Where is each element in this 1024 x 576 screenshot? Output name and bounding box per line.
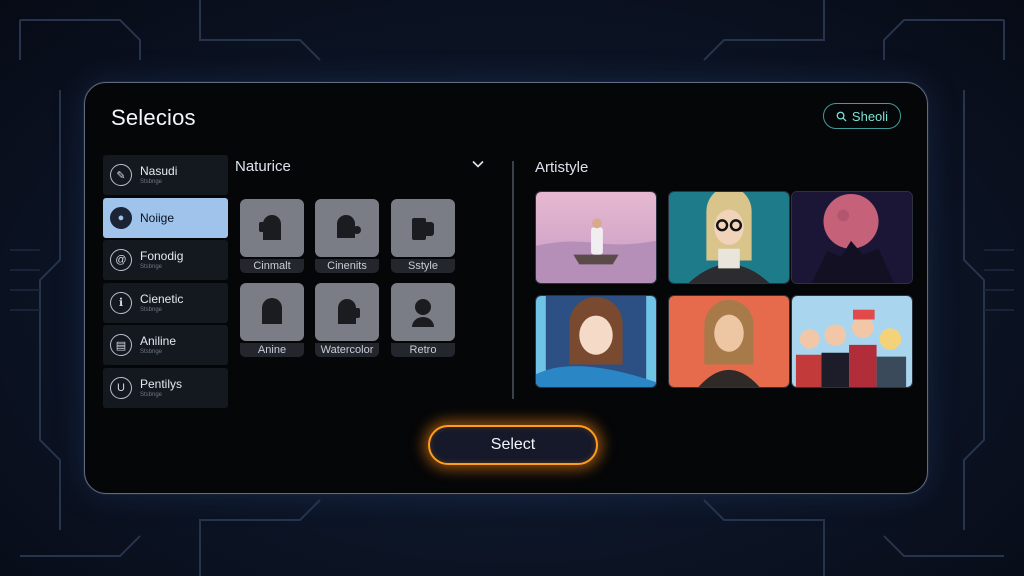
search-icon — [836, 111, 847, 122]
sidebar-item-sublabel: Stsbnge — [140, 349, 163, 355]
select-button[interactable]: Select — [428, 425, 598, 465]
face-icon — [262, 298, 282, 324]
group-characters-thumbnail[interactable] — [791, 295, 913, 388]
anime-girl-thumbnail[interactable] — [535, 295, 657, 388]
style-tile-watercolor[interactable]: Watercolor — [315, 283, 379, 357]
sidebar-item-noiige[interactable]: ● Noiige — [103, 197, 228, 238]
sidebar-item-sublabel: Stsbnge — [140, 391, 163, 398]
tile-label: Anine — [240, 343, 304, 357]
info-icon: ℹ — [110, 291, 132, 314]
face-icon — [412, 299, 434, 327]
sidebar-item-sublabel: Stsbnge — [140, 306, 163, 313]
at-icon: @ — [110, 249, 132, 271]
boat-scene-thumbnail[interactable] — [535, 191, 657, 284]
tile-label: Cinenits — [315, 259, 379, 273]
style-tile-anine[interactable]: Anine — [240, 283, 304, 357]
search-button[interactable]: Sheoli — [823, 103, 901, 129]
face-icon — [336, 214, 361, 238]
style-dropdown-label: Naturice — [235, 158, 291, 175]
style-tile-cinenits[interactable]: Cinenits — [315, 199, 379, 273]
sidebar-item-label: Fonodig — [140, 249, 184, 263]
sidebar-item-label: Cienetic — [140, 291, 184, 306]
sidebar-item-sublabel: Stsbnge — [140, 179, 163, 185]
pen-icon: ✎ — [110, 164, 132, 186]
sidebar-item-fonodig[interactable]: @ Fonodig Stsbnge — [103, 240, 228, 280]
document-icon: ▤ — [110, 334, 132, 356]
sidebar-item-label: Aniline — [140, 334, 177, 348]
sidebar-item-label: Noiige — [140, 210, 175, 225]
style-selection-panel: Selecios Sheoli ✎ Nasudi Stsbnge ● Noiige… — [84, 82, 928, 494]
artistyle-heading: Artistyle — [535, 159, 589, 176]
search-label: Sheoli — [851, 108, 889, 124]
moon-creature-thumbnail[interactable] — [791, 191, 913, 284]
style-tile-cinmalt[interactable]: Cinmalt — [240, 199, 304, 273]
tile-label: Watercolor — [315, 343, 379, 357]
style-dropdown[interactable]: Naturice — [235, 157, 485, 176]
u-icon: U — [110, 376, 132, 399]
sidebar-item-label: Pentilys — [140, 376, 183, 391]
tile-label: Cinmalt — [240, 259, 304, 273]
panel-title: Selecios — [111, 105, 196, 130]
face-icon — [338, 299, 360, 324]
style-tile-retro[interactable]: Retro — [391, 283, 455, 357]
section-divider — [512, 161, 514, 399]
person-icon: ● — [110, 206, 132, 229]
tile-label: Sstyle — [391, 259, 455, 273]
sidebar-item-sublabel: Stsbnge — [140, 264, 163, 270]
portrait-woman-thumbnail[interactable] — [668, 295, 790, 388]
category-sidebar: ✎ Nasudi Stsbnge ● Noiige @ Fonodig Stsbng… — [103, 155, 228, 410]
sidebar-item-pentilys[interactable]: U Pentilys Stsbnge — [103, 367, 228, 408]
glasses-woman-thumbnail[interactable] — [668, 191, 790, 284]
sidebar-item-label: Nasudi — [140, 164, 178, 178]
chevron-down-icon — [471, 157, 485, 176]
face-icon — [412, 218, 434, 240]
sidebar-item-nasudi[interactable]: ✎ Nasudi Stsbnge — [103, 155, 228, 195]
sidebar-item-cienetic[interactable]: ℹ Cienetic Stsbnge — [103, 282, 228, 323]
tile-label: Retro — [391, 343, 455, 357]
artstyle-gallery — [535, 191, 913, 397]
sidebar-item-aniline[interactable]: ▤ Aniline Stsbnge — [103, 325, 228, 365]
face-icon — [259, 215, 281, 240]
style-tile-sstyle[interactable]: Sstyle — [391, 199, 455, 273]
